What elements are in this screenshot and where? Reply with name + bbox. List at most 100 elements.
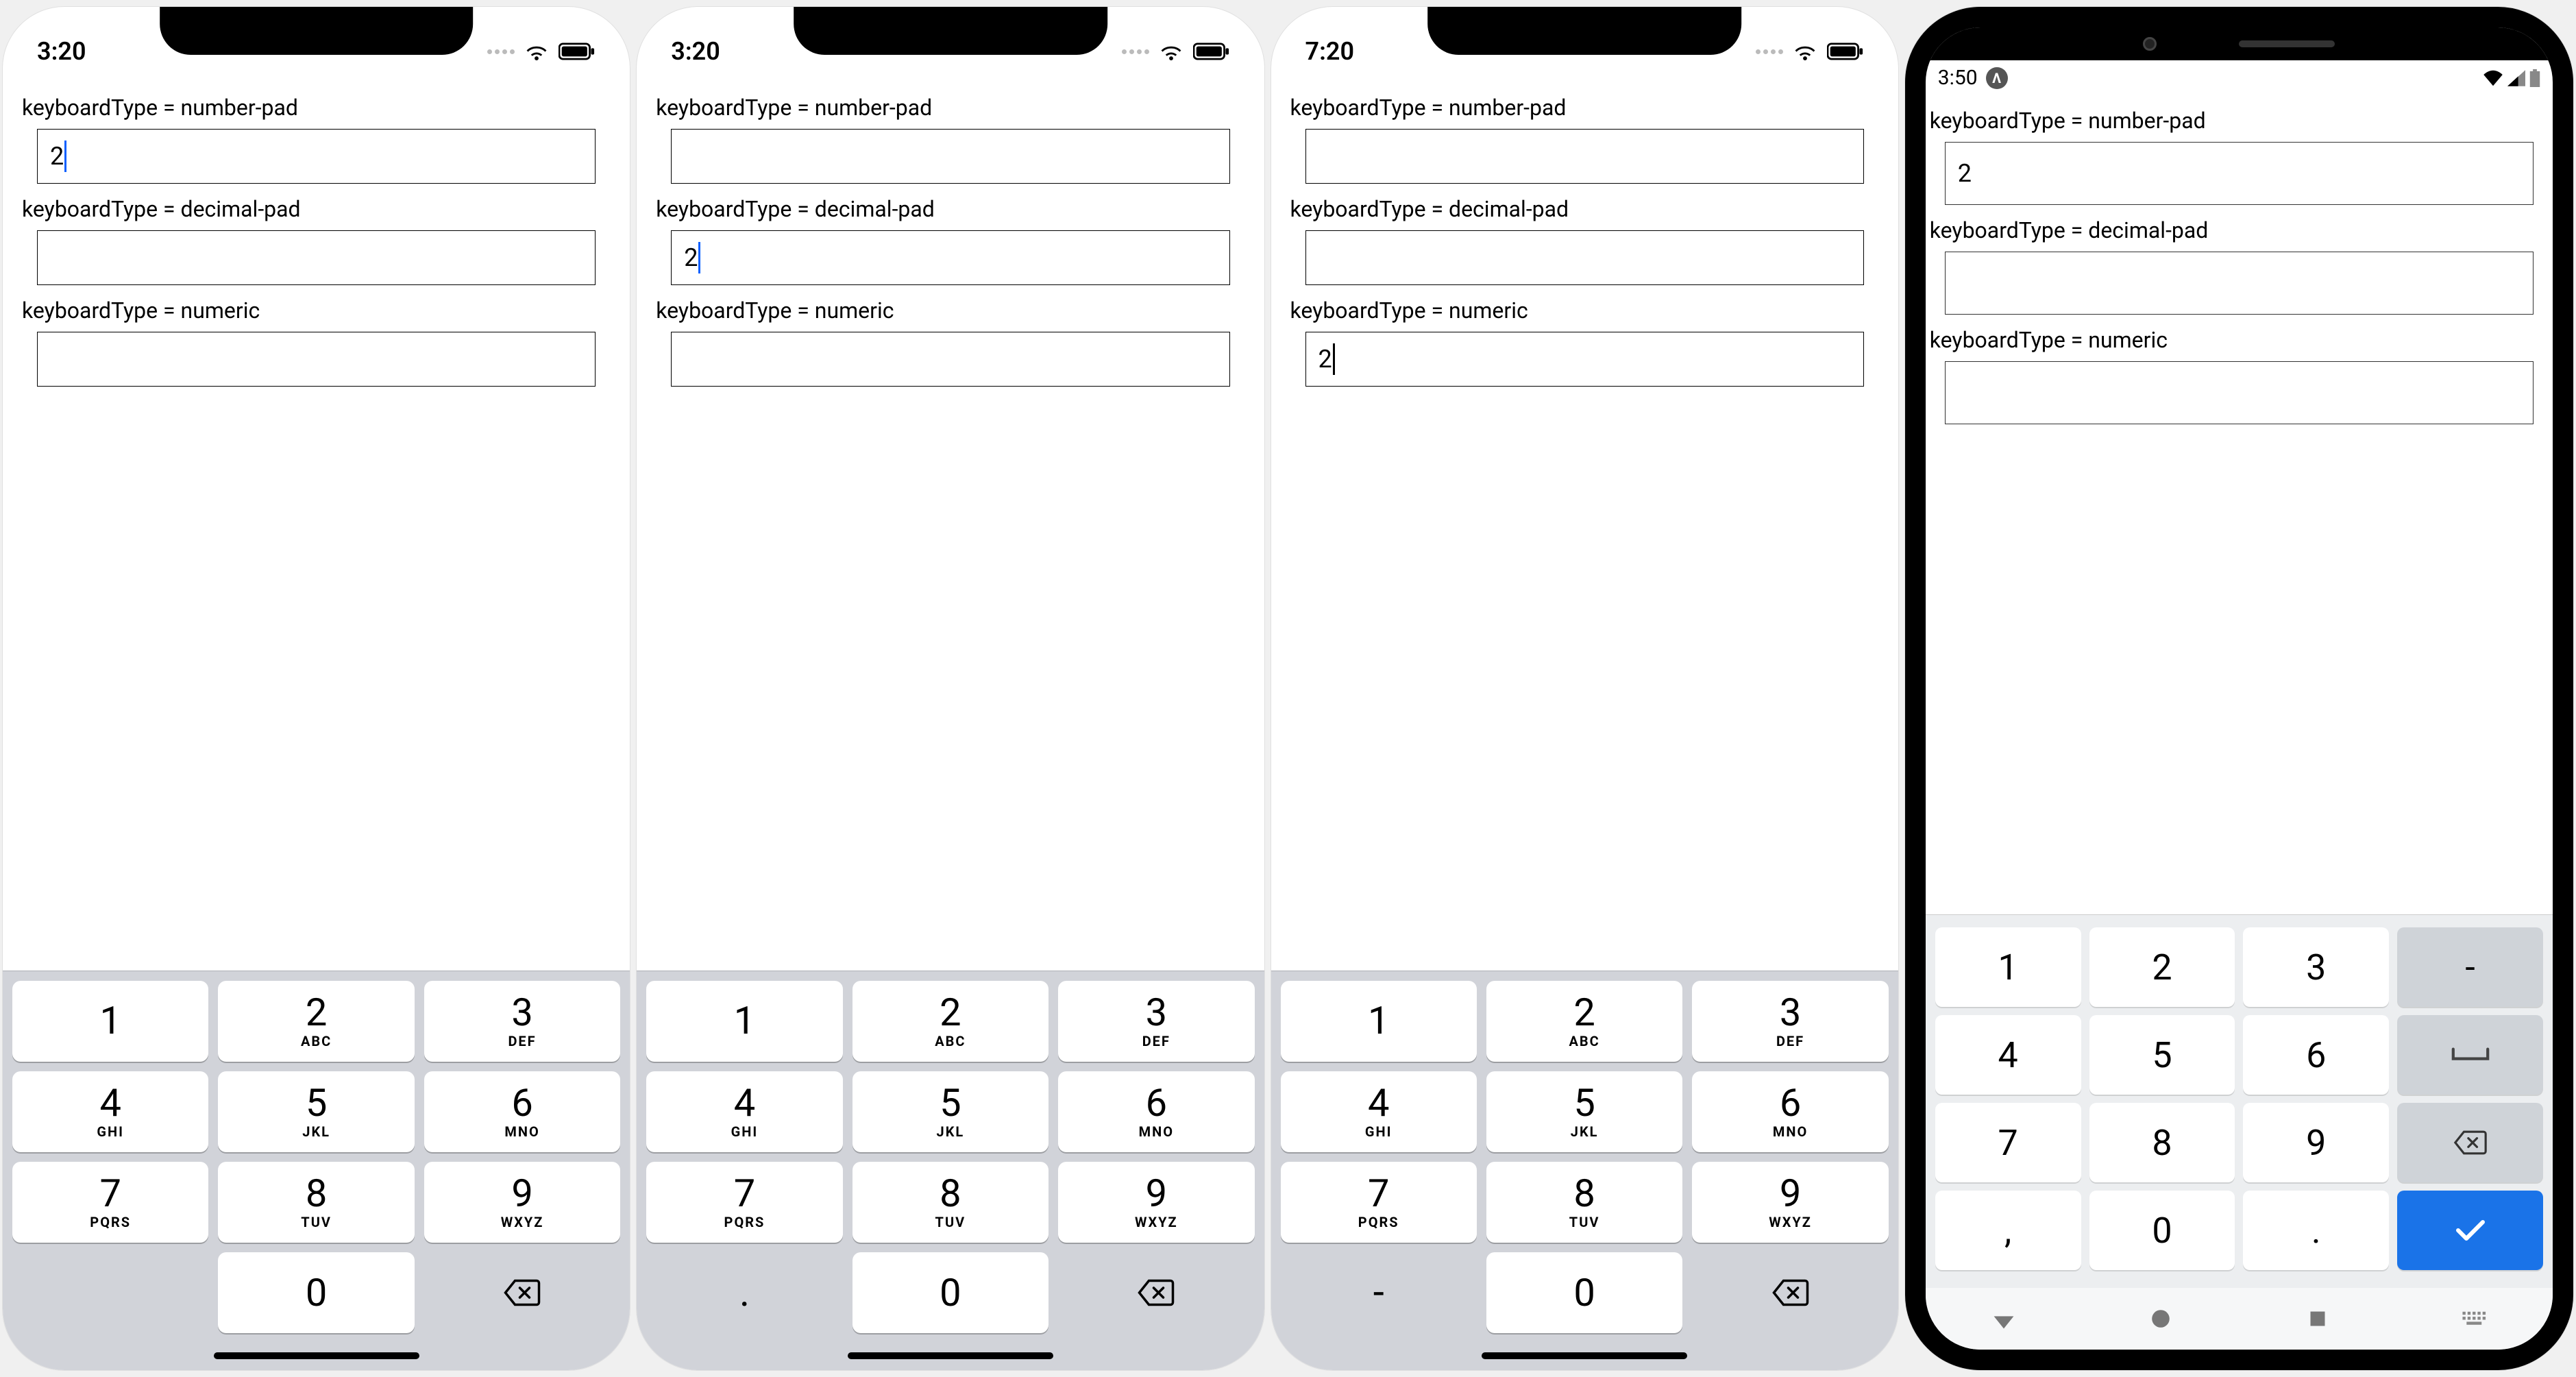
key-0[interactable]: 0: [2089, 1191, 2235, 1270]
key-6[interactable]: 6MNO: [1692, 1071, 1888, 1152]
key-7[interactable]: 7PQRS: [646, 1162, 842, 1243]
key-1[interactable]: 1: [12, 981, 208, 1062]
wifi-icon: [524, 42, 549, 60]
key-0[interactable]: 0: [1486, 1252, 1682, 1333]
number-pad-input[interactable]: 2: [37, 129, 596, 184]
decimal-pad-input[interactable]: [37, 230, 596, 285]
nav-back-button[interactable]: [1989, 1304, 2019, 1334]
android-phone-frame: 3:50 Λ keyboardType = number-pad 2 keybo…: [1905, 7, 2573, 1370]
backspace-icon: [1136, 1278, 1176, 1307]
number-pad-input[interactable]: [1305, 129, 1864, 184]
key-9[interactable]: 9: [2243, 1103, 2389, 1182]
key-5[interactable]: 5JKL: [1486, 1071, 1682, 1152]
content-area: keyboardType = number-pad 2 keyboardType…: [1926, 95, 2553, 914]
ios-phone-frame-3: 7:20 keyboardType = number-pad keyboardT…: [1271, 7, 1898, 1370]
key-3[interactable]: 3DEF: [1692, 981, 1888, 1062]
numeric-input[interactable]: [1945, 361, 2534, 424]
key-5[interactable]: 5JKL: [852, 1071, 1048, 1152]
battery-icon: [2529, 69, 2540, 87]
numeric-input[interactable]: 2: [1305, 332, 1864, 387]
key-9[interactable]: 9WXYZ: [1692, 1162, 1888, 1243]
key-comma[interactable]: ,: [1935, 1191, 2081, 1270]
backspace-icon: [2453, 1130, 2488, 1156]
key-1[interactable]: 1: [646, 981, 842, 1062]
key-4[interactable]: 4GHI: [1281, 1071, 1477, 1152]
key-7[interactable]: 7PQRS: [1281, 1162, 1477, 1243]
ios-keyboard-numeric: 1 2ABC 3DEF 4GHI 5JKL 6MNO 7PQRS 8TUV 9W…: [1271, 971, 1898, 1370]
key-4[interactable]: 4GHI: [646, 1071, 842, 1152]
key-1[interactable]: 1: [1935, 927, 2081, 1007]
key-7[interactable]: 7: [1935, 1103, 2081, 1182]
number-pad-input[interactable]: 2: [1945, 142, 2534, 205]
numeric-input[interactable]: [37, 332, 596, 387]
key-hyphen[interactable]: -: [1281, 1252, 1477, 1333]
key-8[interactable]: 8TUV: [218, 1162, 414, 1243]
content-area: keyboardType = number-pad 2 keyboardType…: [3, 82, 630, 971]
key-2[interactable]: 2: [2089, 927, 2235, 1007]
nav-keyboard-button[interactable]: [2460, 1304, 2490, 1334]
key-8[interactable]: 8TUV: [852, 1162, 1048, 1243]
field-label-numeric: keyboardType = numeric: [637, 297, 1264, 332]
key-6[interactable]: 6MNO: [1058, 1071, 1254, 1152]
space-icon: [2451, 1047, 2490, 1063]
key-8[interactable]: 8TUV: [1486, 1162, 1682, 1243]
key-5[interactable]: 5JKL: [218, 1071, 414, 1152]
key-space[interactable]: [2397, 1015, 2543, 1095]
status-time: 3:20: [671, 37, 720, 66]
key-2[interactable]: 2ABC: [1486, 981, 1682, 1062]
key-done[interactable]: [2397, 1191, 2543, 1270]
decimal-pad-input[interactable]: 2: [671, 230, 1229, 285]
notch: [160, 7, 474, 55]
key-9[interactable]: 9WXYZ: [1058, 1162, 1254, 1243]
notch: [1427, 7, 1741, 55]
key-backspace[interactable]: [2397, 1103, 2543, 1182]
key-backspace[interactable]: [1692, 1252, 1888, 1333]
key-8[interactable]: 8: [2089, 1103, 2235, 1182]
key-4[interactable]: 4: [1935, 1015, 2081, 1095]
status-time: 3:20: [37, 37, 86, 66]
key-minus[interactable]: -: [2397, 927, 2543, 1007]
home-indicator[interactable]: [1482, 1352, 1687, 1359]
numeric-input[interactable]: [671, 332, 1229, 387]
decimal-pad-input[interactable]: [1305, 230, 1864, 285]
battery-icon: [1827, 42, 1864, 60]
android-nav-bar: [1926, 1288, 2553, 1350]
nav-recent-button[interactable]: [2303, 1304, 2333, 1334]
cellular-icon: [1756, 49, 1783, 54]
key-backspace[interactable]: [424, 1252, 620, 1333]
key-0[interactable]: 0: [852, 1252, 1048, 1333]
key-0[interactable]: 0: [218, 1252, 414, 1333]
battery-icon: [559, 42, 596, 60]
number-pad-input[interactable]: [671, 129, 1229, 184]
field-label-number-pad: keyboardType = number-pad: [1271, 95, 1898, 129]
home-indicator[interactable]: [214, 1352, 419, 1359]
key-3[interactable]: 3DEF: [1058, 981, 1254, 1062]
android-keyboard: 1 2 3 - 4 5 6 7 8 9 , 0 .: [1926, 914, 2553, 1288]
field-label-decimal-pad: keyboardType = decimal-pad: [1271, 196, 1898, 230]
key-3[interactable]: 3DEF: [424, 981, 620, 1062]
key-2[interactable]: 2ABC: [218, 981, 414, 1062]
key-4[interactable]: 4GHI: [12, 1071, 208, 1152]
key-period[interactable]: .: [2243, 1191, 2389, 1270]
key-9[interactable]: 9WXYZ: [424, 1162, 620, 1243]
wifi-icon: [2483, 70, 2503, 86]
key-7[interactable]: 7PQRS: [12, 1162, 208, 1243]
key-5[interactable]: 5: [2089, 1015, 2235, 1095]
key-3[interactable]: 3: [2243, 927, 2389, 1007]
key-1[interactable]: 1: [1281, 981, 1477, 1062]
key-period[interactable]: .: [646, 1252, 842, 1333]
backspace-icon: [1771, 1278, 1811, 1307]
field-label-numeric: keyboardType = numeric: [3, 297, 630, 332]
cellular-icon: [1122, 49, 1149, 54]
key-6[interactable]: 6MNO: [424, 1071, 620, 1152]
key-backspace[interactable]: [1058, 1252, 1254, 1333]
field-label-number-pad: keyboardType = number-pad: [637, 95, 1264, 129]
key-6[interactable]: 6: [2243, 1015, 2389, 1095]
home-indicator[interactable]: [848, 1352, 1053, 1359]
key-2[interactable]: 2ABC: [852, 981, 1048, 1062]
nav-home-button[interactable]: [2146, 1304, 2176, 1334]
signal-icon: [2507, 70, 2525, 86]
decimal-pad-input[interactable]: [1945, 252, 2534, 315]
ios-phone-frame-1: 3:20 keyboardType = number-pad 2 keyboar…: [3, 7, 630, 1370]
check-icon: [2454, 1218, 2487, 1243]
